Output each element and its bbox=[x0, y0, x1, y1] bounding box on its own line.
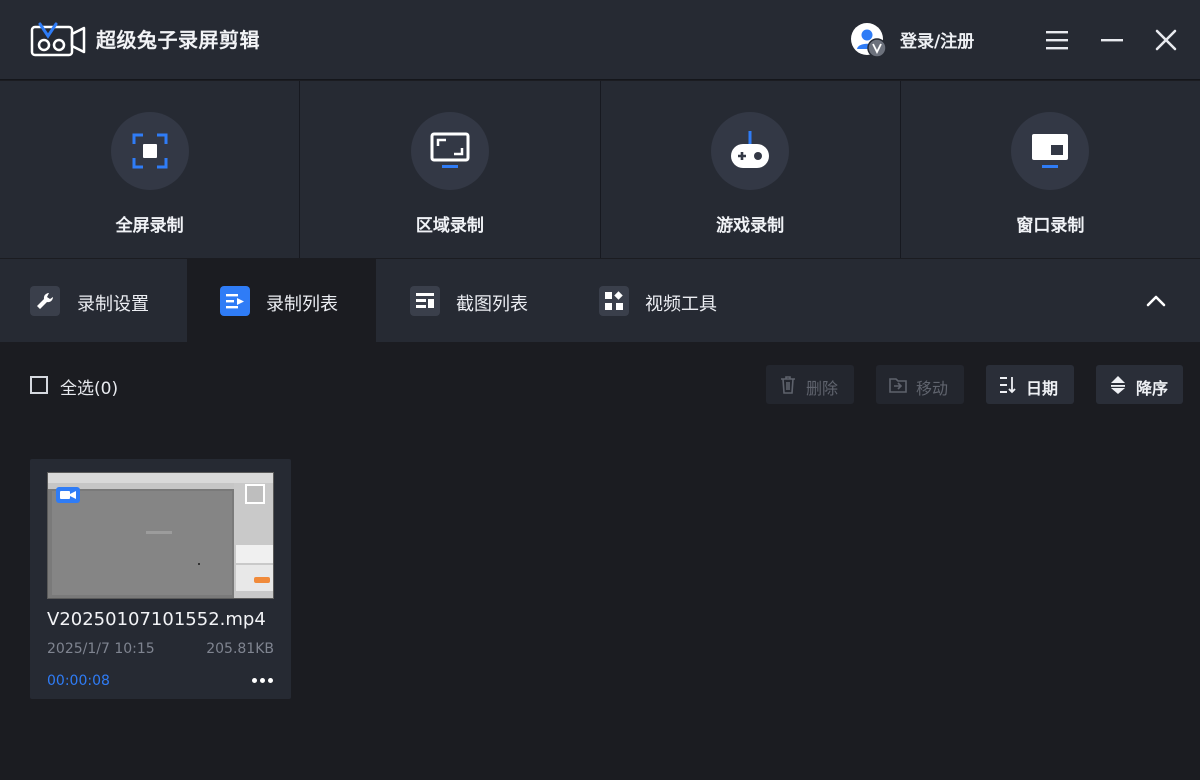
thumb-canvas bbox=[52, 491, 232, 595]
tab-record-settings[interactable]: 录制设置 bbox=[0, 259, 187, 342]
list-icon-box bbox=[220, 286, 250, 316]
more-options-icon[interactable] bbox=[251, 675, 275, 687]
more-dot bbox=[260, 678, 265, 683]
thumb-orange-element bbox=[254, 577, 270, 583]
gamepad-icon-circle bbox=[711, 112, 790, 190]
game-record-button[interactable]: 游戏录制 bbox=[601, 81, 901, 258]
mode-label: 全屏录制 bbox=[115, 216, 184, 236]
collapse-chevron-up-icon[interactable] bbox=[1143, 288, 1169, 314]
tab-video-tools[interactable]: 视频工具 bbox=[566, 259, 756, 342]
recording-duration: 00:00:08 bbox=[47, 673, 110, 689]
fullscreen-icon bbox=[132, 133, 168, 169]
thumb-dot bbox=[198, 563, 200, 565]
recording-card[interactable]: V20250107101552.mp4 2025/1/7 10:15 205.8… bbox=[30, 459, 291, 699]
checkbox-box[interactable] bbox=[30, 376, 48, 394]
minimize-icon[interactable] bbox=[1098, 26, 1126, 54]
tab-record-list[interactable]: 录制列表 bbox=[187, 259, 376, 342]
sort-date-label: 日期 bbox=[1026, 379, 1059, 398]
thumb-menubar bbox=[48, 473, 273, 483]
tab-bar: 录制设置 录制列表 截图列表 视频工具 bbox=[0, 259, 1200, 342]
select-all-label: 全选(0) bbox=[60, 379, 119, 399]
capture-mode-panel: 全屏录制 区域录制 游戏录制 窗口录制 bbox=[0, 81, 1200, 258]
delete-label: 删除 bbox=[806, 379, 839, 398]
move-label: 移动 bbox=[916, 379, 949, 398]
thumb-text bbox=[146, 531, 172, 534]
app-title: 超级兔子录屏剪辑 bbox=[96, 28, 260, 52]
window-icon-circle bbox=[1011, 112, 1090, 190]
mode-label: 区域录制 bbox=[415, 216, 484, 236]
region-icon-circle bbox=[410, 112, 489, 190]
more-dot bbox=[268, 678, 273, 683]
user-avatar-icon[interactable] bbox=[850, 22, 886, 58]
video-camera-icon bbox=[60, 491, 76, 499]
tab-label: 录制列表 bbox=[266, 294, 338, 315]
tab-label: 视频工具 bbox=[645, 294, 717, 315]
fullscreen-record-button[interactable]: 全屏录制 bbox=[0, 81, 301, 258]
wrench-icon-box bbox=[30, 286, 60, 316]
sort-list-icon bbox=[1000, 377, 1016, 394]
gamepad-icon bbox=[731, 131, 770, 168]
wrench-icon bbox=[37, 292, 54, 309]
sort-by-date-button[interactable]: 日期 bbox=[986, 365, 1074, 404]
trash-icon bbox=[781, 376, 795, 394]
region-record-button[interactable]: 区域录制 bbox=[300, 81, 601, 258]
app-logo-icon bbox=[30, 22, 86, 57]
more-dot bbox=[252, 678, 257, 683]
move-folder-icon bbox=[889, 378, 907, 393]
list-icon bbox=[226, 294, 244, 309]
title-bar: 超级兔子录屏剪辑 登录/注册 bbox=[0, 0, 1200, 80]
window-icon bbox=[1032, 134, 1069, 168]
recording-select-checkbox[interactable] bbox=[245, 484, 265, 504]
window-record-button[interactable]: 窗口录制 bbox=[901, 81, 1200, 258]
grid-icon-box bbox=[599, 286, 629, 316]
screenshot-list-icon-box bbox=[410, 286, 440, 316]
recording-thumbnail[interactable] bbox=[47, 472, 274, 599]
recording-filename: V20250107101552.mp4 bbox=[47, 609, 266, 630]
delete-button[interactable]: 删除 bbox=[766, 365, 854, 404]
menu-icon[interactable] bbox=[1043, 26, 1071, 54]
recording-size: 205.81KB bbox=[206, 641, 274, 657]
fullscreen-icon-circle bbox=[110, 112, 189, 190]
screenshot-list-icon bbox=[416, 293, 434, 308]
recording-date: 2025/1/7 10:15 bbox=[47, 641, 155, 657]
move-button[interactable]: 移动 bbox=[876, 365, 964, 404]
sort-order-icon bbox=[1111, 376, 1125, 394]
login-register-link[interactable]: 登录/注册 bbox=[900, 27, 974, 52]
video-badge bbox=[56, 487, 80, 503]
region-icon bbox=[430, 132, 470, 168]
sort-order-button[interactable]: 降序 bbox=[1096, 365, 1183, 404]
tab-label: 截图列表 bbox=[456, 294, 528, 315]
tab-screenshot-list[interactable]: 截图列表 bbox=[376, 259, 566, 342]
sort-order-label: 降序 bbox=[1136, 379, 1169, 398]
thumb-panel-section bbox=[236, 545, 273, 563]
close-icon[interactable] bbox=[1152, 26, 1180, 54]
tab-label: 录制设置 bbox=[77, 294, 149, 315]
mode-label: 游戏录制 bbox=[716, 216, 785, 236]
grid-icon bbox=[605, 291, 623, 310]
mode-label: 窗口录制 bbox=[1016, 216, 1085, 236]
